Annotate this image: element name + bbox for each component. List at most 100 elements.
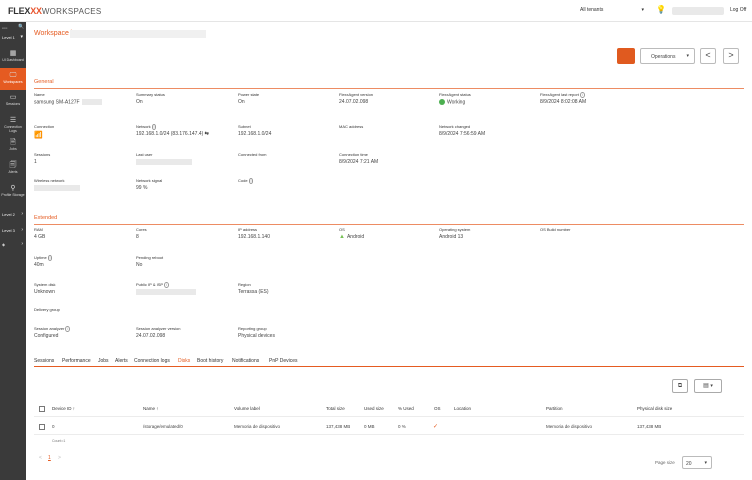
field-value: On bbox=[238, 99, 245, 105]
field-value: 8/9/2024 8:02:08 AM bbox=[540, 99, 587, 105]
user-name[interactable] bbox=[672, 7, 724, 15]
field-label: FlexxAgent version bbox=[339, 92, 374, 97]
field-uptime: Uptime i 40m bbox=[34, 255, 130, 268]
sidebar-item-connection-logs[interactable]: ☰ Connection Logs bbox=[0, 117, 26, 133]
primary-action-button[interactable] bbox=[617, 48, 635, 64]
tab-sessions[interactable]: Sessions bbox=[34, 358, 54, 364]
field-label: Network changed bbox=[439, 124, 471, 129]
field-value: 8 bbox=[136, 234, 139, 240]
column-header-os[interactable]: OS bbox=[434, 406, 441, 411]
sidebar-item-ui-dashboard[interactable]: ▦ UI Dashboard bbox=[0, 48, 26, 66]
dashboard-icon: ▦ bbox=[9, 50, 17, 57]
cell-total-size: 137,438 MB bbox=[326, 424, 351, 429]
column-header-used-size[interactable]: Used size bbox=[364, 406, 384, 411]
logoff-button[interactable]: Log Off bbox=[730, 7, 746, 13]
previous-button[interactable]: < bbox=[700, 48, 716, 64]
sidebar-layers[interactable]: ◈ › bbox=[0, 238, 26, 250]
tab-jobs[interactable]: Jobs bbox=[98, 358, 109, 364]
breadcrumb[interactable]: Workspace \ bbox=[34, 30, 73, 37]
sidebar-item-alerts[interactable]: 🗐 Alerts bbox=[0, 162, 26, 178]
column-header-partition[interactable]: Partition bbox=[546, 406, 563, 411]
operations-dropdown[interactable]: Operations ▾ bbox=[640, 48, 695, 64]
sidebar-item-label: Connection Logs bbox=[4, 125, 22, 133]
column-header-percent-used[interactable]: % Used bbox=[398, 406, 414, 411]
chevron-down-icon: ▾ bbox=[641, 7, 644, 13]
column-chooser-button[interactable]: ▤ ▾ bbox=[694, 379, 722, 393]
column-header-name[interactable]: Name ↑ bbox=[143, 406, 159, 411]
sidebar-level-1[interactable]: Level 1 ▾ bbox=[0, 31, 26, 43]
field-pending-reboot: Pending reboot No bbox=[136, 255, 232, 268]
info-icon[interactable]: i bbox=[151, 124, 157, 130]
sidebar-item-profile-storage[interactable]: ⚲ Profile Storage bbox=[0, 185, 26, 201]
select-all-checkbox[interactable] bbox=[39, 406, 45, 412]
pager-prev-button[interactable]: < bbox=[39, 455, 42, 461]
section-divider bbox=[34, 88, 744, 89]
search-icon[interactable]: 🔍 bbox=[18, 24, 24, 30]
tab-boot-history[interactable]: Boot history bbox=[197, 358, 223, 364]
sidebar-level-label: Level 2 bbox=[2, 212, 15, 217]
field-value: 1 bbox=[34, 159, 37, 165]
info-icon[interactable]: i bbox=[65, 326, 71, 332]
column-header-physical-disk-size[interactable]: Physical disk size bbox=[637, 406, 672, 411]
info-icon[interactable]: i bbox=[248, 178, 254, 184]
column-header-volume-label[interactable]: Volume label bbox=[234, 406, 260, 411]
field-value: 📶 bbox=[34, 131, 130, 139]
tab-disks[interactable]: Disks bbox=[178, 358, 190, 364]
field-value: 24.07.02.098 bbox=[339, 99, 369, 105]
column-header-location[interactable]: Location bbox=[454, 406, 471, 411]
sidebar-level-2[interactable]: Level 2 › bbox=[0, 208, 26, 220]
field-label: OS bbox=[339, 227, 345, 232]
field-value: No bbox=[136, 262, 143, 268]
tab-alerts[interactable]: Alerts bbox=[115, 358, 128, 364]
pager-page-1[interactable]: 1 bbox=[48, 455, 51, 461]
field-value: 192.168.1.0/24 (83.176.147.4) ⇆ bbox=[136, 131, 232, 137]
pager-next-button[interactable]: > bbox=[58, 455, 61, 461]
logo-product: WORKSPACES bbox=[41, 7, 102, 16]
info-icon[interactable]: i bbox=[47, 255, 53, 261]
tab-connection-logs[interactable]: Connection logs bbox=[134, 358, 170, 364]
sidebar-item-jobs[interactable]: 🗎 Jobs bbox=[0, 139, 26, 155]
row-checkbox[interactable] bbox=[39, 424, 45, 430]
sidebar-item-label: Sessions bbox=[5, 102, 21, 106]
info-icon[interactable]: i bbox=[579, 92, 585, 98]
info-icon[interactable]: i bbox=[164, 282, 169, 288]
redacted-value bbox=[136, 289, 196, 295]
label-text: Code bbox=[238, 178, 248, 183]
tenant-select[interactable]: All tenants ▾ bbox=[580, 7, 646, 16]
field-value bbox=[34, 185, 130, 191]
next-button[interactable]: > bbox=[723, 48, 739, 64]
field-label: Name bbox=[34, 92, 45, 97]
column-header-device-id[interactable]: Device ID ↑ bbox=[52, 406, 75, 411]
field-connection: Connection 📶 bbox=[34, 124, 130, 139]
field-label: OS Build number bbox=[540, 227, 571, 232]
chevron-right-icon: › bbox=[21, 211, 23, 217]
field-delivery-group: Delivery group bbox=[34, 307, 130, 314]
app-logo[interactable]: FLEXXXWORKSPACES bbox=[8, 6, 102, 16]
column-header-total-size[interactable]: Total size bbox=[326, 406, 345, 411]
section-divider bbox=[34, 224, 744, 225]
tab-notifications[interactable]: Notifications bbox=[232, 358, 259, 364]
field-label: MAC address bbox=[339, 124, 364, 129]
sidebar-item-sessions[interactable]: ▭ Sessions bbox=[0, 94, 26, 110]
field-label: Subnet bbox=[238, 124, 251, 129]
column-title: Name bbox=[143, 406, 156, 411]
network-details-icon[interactable]: ⇆ bbox=[205, 131, 209, 137]
field-label: Connected from bbox=[238, 152, 267, 157]
field-label: RAM bbox=[34, 227, 43, 232]
field-public-ip: Public IP & ISP i bbox=[136, 282, 232, 295]
section-title-extended: Extended bbox=[34, 215, 58, 221]
sidebar-caption: ▪▪▪▪▪ bbox=[2, 26, 8, 30]
sidebar-level-3[interactable]: Level 3 › bbox=[0, 224, 26, 236]
tab-performance[interactable]: Performance bbox=[62, 358, 91, 364]
field-network-changed: Network changed 8/9/2024 7:56:59 AM bbox=[439, 124, 535, 137]
lightbulb-icon[interactable]: 💡 bbox=[656, 5, 666, 14]
field-value: samsung SM-A127F bbox=[34, 99, 130, 105]
tab-pnp-devices[interactable]: PnP Devices bbox=[269, 358, 298, 364]
page-size-select[interactable]: 20 ▾ bbox=[682, 456, 712, 469]
field-region: Region Terrassa (ES) bbox=[238, 282, 334, 295]
field-connection-time: Connection time 8/9/2024 7:21 AM bbox=[339, 152, 435, 165]
export-button[interactable]: ⧉ bbox=[672, 379, 688, 393]
sidebar-item-workspaces[interactable]: 🖵 Workspaces bbox=[0, 68, 26, 90]
field-value: 8/9/2024 7:21 AM bbox=[339, 159, 379, 165]
field-value: Terrassa (ES) bbox=[238, 289, 269, 295]
